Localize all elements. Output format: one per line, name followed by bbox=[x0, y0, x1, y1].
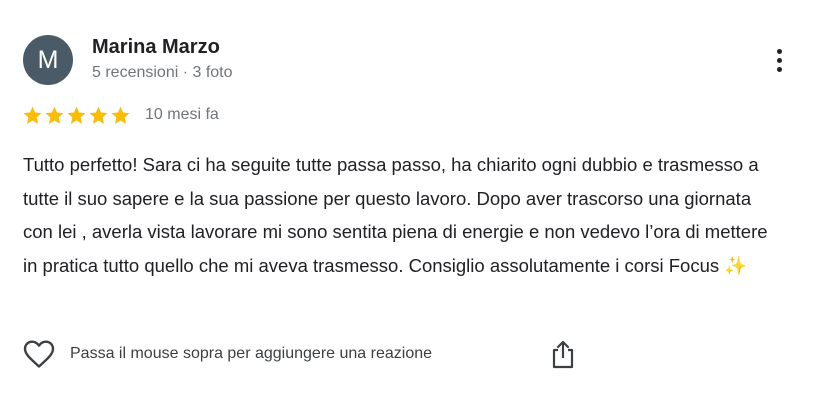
heart-outline-icon bbox=[23, 340, 55, 368]
review-text: Tutto perfetto! Sara ci ha seguite tutte… bbox=[23, 148, 783, 282]
more-vertical-icon-dot bbox=[776, 66, 782, 72]
more-vertical-icon-dot bbox=[776, 57, 782, 63]
heart-reaction-button[interactable] bbox=[22, 337, 56, 371]
avatar[interactable]: M bbox=[23, 35, 73, 85]
share-icon bbox=[552, 340, 574, 369]
author-name[interactable]: Marina Marzo bbox=[92, 36, 220, 59]
review-card: M Marina Marzo 5 recensioni · 3 foto 10 … bbox=[0, 0, 820, 402]
more-vertical-icon bbox=[776, 48, 782, 54]
more-options-button[interactable] bbox=[764, 42, 794, 78]
star-icon bbox=[23, 106, 42, 124]
reaction-row: Passa il mouse sopra per aggiungere una … bbox=[22, 336, 432, 372]
star-icon bbox=[67, 106, 86, 124]
star-icon bbox=[45, 106, 64, 124]
author-meta: 5 recensioni · 3 foto bbox=[92, 64, 233, 81]
review-date: 10 mesi fa bbox=[145, 106, 219, 123]
star-icon bbox=[89, 106, 108, 124]
rating-row: 10 mesi fa bbox=[22, 104, 219, 126]
sparkles-emoji: ✨ bbox=[724, 254, 748, 276]
reaction-hint: Passa il mouse sopra per aggiungere una … bbox=[70, 345, 433, 362]
star-rating bbox=[22, 105, 131, 126]
review-body: Tutto perfetto! Sara ci ha seguite tutte… bbox=[23, 154, 768, 276]
share-button[interactable] bbox=[546, 336, 580, 372]
star-icon bbox=[111, 106, 130, 124]
